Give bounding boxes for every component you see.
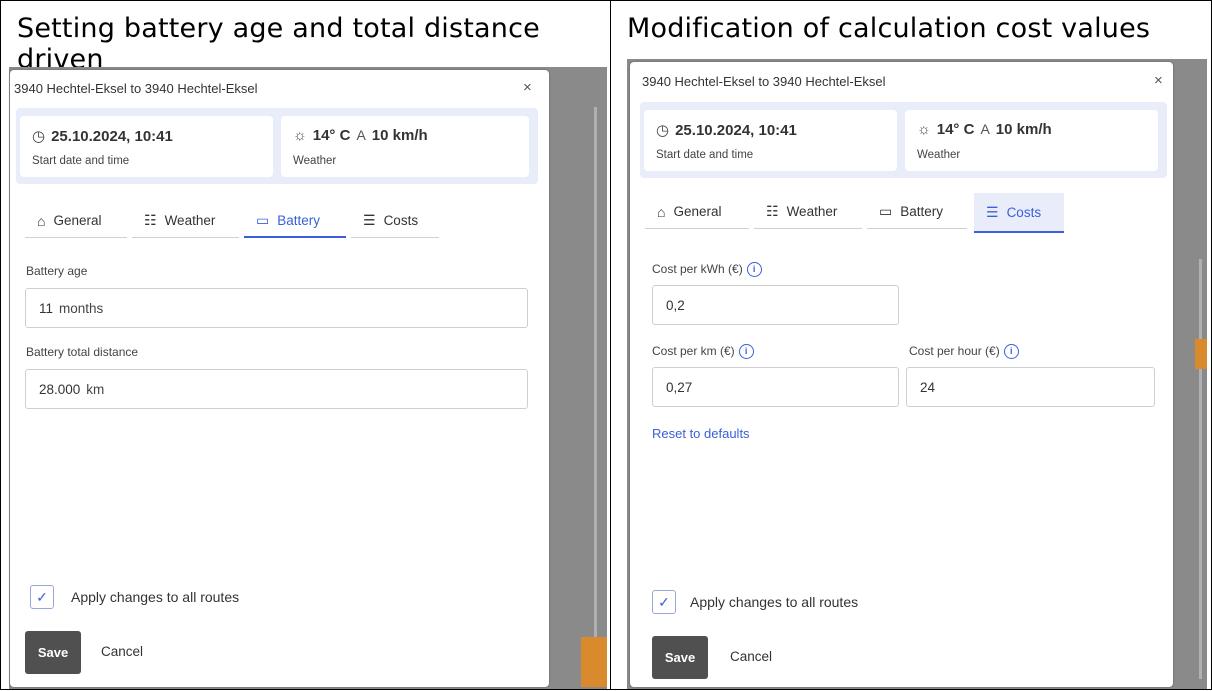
coins-icon: ☰ (363, 212, 376, 228)
start-datetime: 25.10.2024, 10:41 (51, 128, 173, 145)
tab-battery[interactable]: ▭ Battery (244, 204, 346, 238)
tab-label: Costs (383, 213, 419, 228)
start-card: ◷ 25.10.2024, 10:41 Start date and time (644, 110, 897, 171)
apply-all-checkbox[interactable]: ✓ (652, 590, 676, 614)
route-info-bar: ◷ 25.10.2024, 10:41 Start date and time ☼… (640, 102, 1167, 178)
tab-battery[interactable]: ▭ Battery (867, 195, 967, 229)
weather-wind: 10 km/h (995, 121, 1052, 138)
tab-weather[interactable]: ☷ Weather (754, 195, 862, 229)
weather-temp: 14° C (936, 121, 975, 138)
start-label: Start date and time (656, 149, 754, 161)
weather-wind: 10 km/h (371, 127, 428, 144)
tab-costs[interactable]: ☰ Costs (351, 204, 439, 238)
battery-icon: ▭ (256, 211, 270, 228)
tab-label: General (53, 213, 102, 228)
cost-per-km-label: Cost per km (€) i (652, 344, 754, 360)
cost-per-hour-label: Cost per hour (€) i (909, 344, 1019, 360)
info-icon[interactable]: i (746, 262, 762, 278)
right-panel-cell: Modification of calculation cost values … (610, 0, 1212, 690)
home-icon: ⌂ (37, 212, 46, 229)
weather-label: Weather (917, 149, 961, 161)
battery-distance-unit: km (86, 381, 105, 397)
cost-per-hour-label-text: Cost per hour (€) (909, 344, 1000, 358)
clock-icon: ◷ (32, 128, 46, 145)
info-icon[interactable]: i (1003, 344, 1019, 360)
route-settings-dialog: 3940 Hechtel-Eksel to 3940 Hechtel-Eksel… (10, 70, 549, 687)
apply-all-label: Apply changes to all routes (690, 594, 859, 610)
save-button[interactable]: Save (25, 631, 81, 674)
weather-icon: ☷ (144, 212, 157, 228)
tab-weather[interactable]: ☷ Weather (132, 204, 239, 238)
weather-card: ☼ 14° C A 10 km/h Weather (905, 110, 1158, 171)
cost-per-kwh-label-text: Cost per kWh (€) (652, 262, 743, 276)
tab-general[interactable]: ⌂ General (25, 204, 127, 238)
weather-temp: 14° C (312, 127, 351, 144)
sun-icon: ☼ (917, 121, 931, 138)
route-info-bar: ◷ 25.10.2024, 10:41 Start date and time ☼… (16, 108, 538, 184)
weather-card: ☼ 14° C A 10 km/h Weather (281, 116, 529, 177)
dialog-title: 3940 Hechtel-Eksel to 3940 Hechtel-Eksel (14, 81, 258, 96)
cost-per-kwh-label: Cost per kWh (€) i (652, 262, 762, 278)
sun-icon: ☼ (293, 127, 307, 144)
battery-age-value: 11 (39, 300, 54, 316)
apply-all-checkbox[interactable]: ✓ (30, 585, 54, 609)
home-icon: ⌂ (657, 203, 666, 220)
tab-label: Weather (164, 213, 216, 228)
tab-label: Battery (900, 204, 944, 219)
left-panel-cell: Setting battery age and total distance d… (0, 0, 611, 690)
cost-per-kwh-value: 0,2 (666, 297, 685, 313)
tab-label: General (673, 204, 722, 219)
battery-age-unit: months (59, 300, 104, 316)
cost-per-kwh-input[interactable]: 0,2 (652, 285, 899, 325)
cost-per-hour-value: 24 (920, 379, 936, 395)
route-settings-dialog: 3940 Hechtel-Eksel to 3940 Hechtel-Eksel… (630, 62, 1173, 687)
cancel-button[interactable]: Cancel (730, 649, 772, 664)
cancel-button[interactable]: Cancel (101, 644, 143, 659)
start-datetime: 25.10.2024, 10:41 (675, 122, 797, 139)
cost-per-km-label-text: Cost per km (€) (652, 344, 735, 358)
battery-distance-value: 28.000 (39, 381, 81, 397)
tab-label: Costs (1006, 204, 1042, 220)
battery-icon: ▭ (879, 203, 893, 219)
right-caption: Modification of calculation cost values (627, 13, 1151, 44)
dialog-title: 3940 Hechtel-Eksel to 3940 Hechtel-Eksel (642, 74, 886, 89)
tab-costs[interactable]: ☰ Costs (974, 193, 1064, 233)
cost-per-km-value: 0,27 (666, 379, 693, 395)
battery-distance-label: Battery total distance (26, 345, 139, 359)
wind-icon: A (980, 121, 990, 137)
start-label: Start date and time (32, 155, 130, 167)
battery-distance-input[interactable]: 28.000 km (25, 369, 528, 409)
coins-icon: ☰ (986, 203, 999, 220)
close-icon[interactable]: × (523, 79, 532, 96)
tab-label: Battery (277, 212, 321, 228)
reset-defaults-link[interactable]: Reset to defaults (652, 426, 750, 441)
start-card: ◷ 25.10.2024, 10:41 Start date and time (20, 116, 273, 177)
cost-per-km-input[interactable]: 0,27 (652, 367, 899, 407)
close-icon[interactable]: × (1154, 72, 1163, 89)
apply-all-label: Apply changes to all routes (71, 589, 240, 605)
clock-icon: ◷ (656, 122, 670, 139)
battery-age-input[interactable]: 11 months (25, 288, 528, 328)
tab-general[interactable]: ⌂ General (645, 195, 749, 229)
battery-age-label: Battery age (26, 264, 88, 278)
left-caption: Setting battery age and total distance d… (17, 13, 540, 75)
wind-icon: A (356, 127, 366, 143)
save-button[interactable]: Save (652, 636, 708, 679)
tab-label: Weather (786, 204, 838, 219)
weather-label: Weather (293, 155, 337, 167)
weather-icon: ☷ (766, 203, 779, 219)
cost-per-hour-input[interactable]: 24 (906, 367, 1155, 407)
info-icon[interactable]: i (738, 344, 754, 360)
